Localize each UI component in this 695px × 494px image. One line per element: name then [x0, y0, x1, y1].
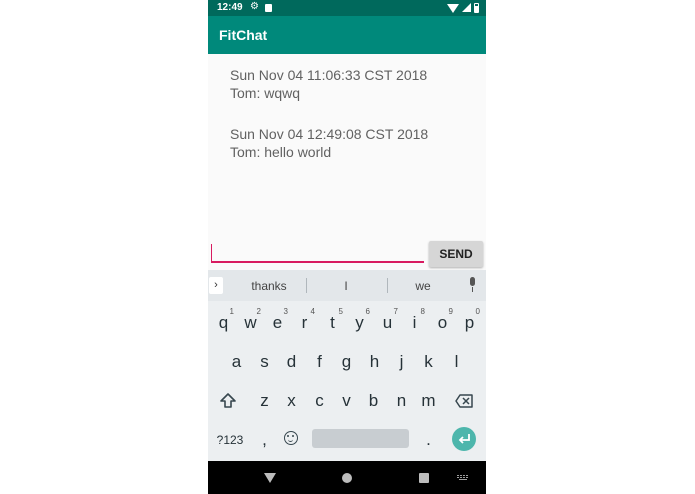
- back-triangle-icon[interactable]: [264, 473, 276, 483]
- sd-card-icon: [265, 4, 272, 12]
- key-y[interactable]: y6: [346, 305, 373, 339]
- status-time: 12:49: [217, 2, 243, 13]
- key-q[interactable]: q1: [210, 305, 237, 339]
- key-t[interactable]: t5: [319, 305, 346, 339]
- home-circle-icon[interactable]: [342, 473, 352, 483]
- key-o[interactable]: o9: [429, 305, 456, 339]
- key-f[interactable]: f: [306, 344, 333, 378]
- key-r[interactable]: r4: [291, 305, 318, 339]
- enter-arrow-icon: [458, 434, 470, 444]
- suggestion-word[interactable]: I: [316, 279, 376, 293]
- key-x[interactable]: x: [278, 383, 305, 417]
- key-g[interactable]: g: [333, 344, 360, 378]
- suggestion-divider: [387, 278, 388, 293]
- key-s[interactable]: s: [251, 344, 278, 378]
- message-input[interactable]: [211, 241, 424, 263]
- battery-icon: [474, 3, 479, 13]
- key-k[interactable]: k: [415, 344, 442, 378]
- suggestion-word[interactable]: thanks: [239, 279, 299, 293]
- key-z[interactable]: z: [251, 383, 278, 417]
- emoji-icon[interactable]: [284, 431, 298, 445]
- recent-apps-square-icon[interactable]: [419, 473, 429, 483]
- key-h[interactable]: h: [361, 344, 388, 378]
- key-b[interactable]: b: [360, 383, 387, 417]
- key-n[interactable]: n: [388, 383, 415, 417]
- spacebar[interactable]: [312, 429, 409, 448]
- text-cursor: [211, 244, 212, 261]
- soft-keyboard: › thanks I we q1 w2 e3 r4 t5 y6 u7 i8 o9…: [208, 270, 486, 461]
- message-list[interactable]: Sun Nov 04 11:06:33 CST 2018 Tom: wqwq S…: [208, 54, 486, 238]
- keyboard-switch-icon[interactable]: [457, 475, 469, 481]
- message-item: Sun Nov 04 12:49:08 CST 2018 Tom: hello …: [230, 125, 428, 161]
- expand-chevron-icon[interactable]: ›: [209, 277, 223, 294]
- key-m[interactable]: m: [415, 383, 442, 417]
- message-text: Tom: wqwq: [230, 85, 301, 101]
- symbols-key[interactable]: ?123: [212, 422, 248, 456]
- backspace-icon[interactable]: [455, 394, 473, 408]
- key-p[interactable]: p0: [456, 305, 483, 339]
- key-c[interactable]: c: [306, 383, 333, 417]
- message-item: Sun Nov 04 11:06:33 CST 2018 Tom: wqwq: [230, 66, 427, 102]
- suggestion-word[interactable]: we: [393, 279, 453, 293]
- app-bar: FitChat: [208, 16, 486, 54]
- message-text: Tom: hello world: [230, 144, 332, 160]
- app-title: FitChat: [219, 27, 268, 43]
- phone-screen: 12:49 ⚙ FitChat Sun Nov 04 11:06:33 CST …: [208, 0, 486, 494]
- key-a[interactable]: a: [223, 344, 250, 378]
- key-e[interactable]: e3: [264, 305, 291, 339]
- composer-row: SEND: [208, 238, 486, 270]
- suggestion-strip: › thanks I we: [208, 270, 486, 301]
- settings-gear-icon: ⚙: [250, 1, 259, 12]
- key-period[interactable]: .: [415, 422, 442, 456]
- status-bar: 12:49 ⚙: [208, 0, 486, 16]
- message-timestamp: Sun Nov 04 12:49:08 CST 2018: [230, 126, 429, 142]
- key-l[interactable]: l: [443, 344, 470, 378]
- cell-signal-icon: [462, 3, 471, 12]
- message-timestamp: Sun Nov 04 11:06:33 CST 2018: [230, 67, 428, 83]
- suggestion-divider: [306, 278, 307, 293]
- enter-key[interactable]: [452, 427, 476, 451]
- microphone-icon[interactable]: [467, 277, 477, 294]
- key-v[interactable]: v: [333, 383, 360, 417]
- wifi-icon: [447, 4, 459, 13]
- key-comma[interactable]: ,: [251, 422, 278, 456]
- send-button[interactable]: SEND: [429, 241, 483, 267]
- key-i[interactable]: i8: [401, 305, 428, 339]
- key-j[interactable]: j: [388, 344, 415, 378]
- shift-icon[interactable]: [219, 392, 237, 410]
- key-u[interactable]: u7: [374, 305, 401, 339]
- key-w[interactable]: w2: [237, 305, 264, 339]
- navigation-bar: [208, 461, 486, 494]
- key-d[interactable]: d: [278, 344, 305, 378]
